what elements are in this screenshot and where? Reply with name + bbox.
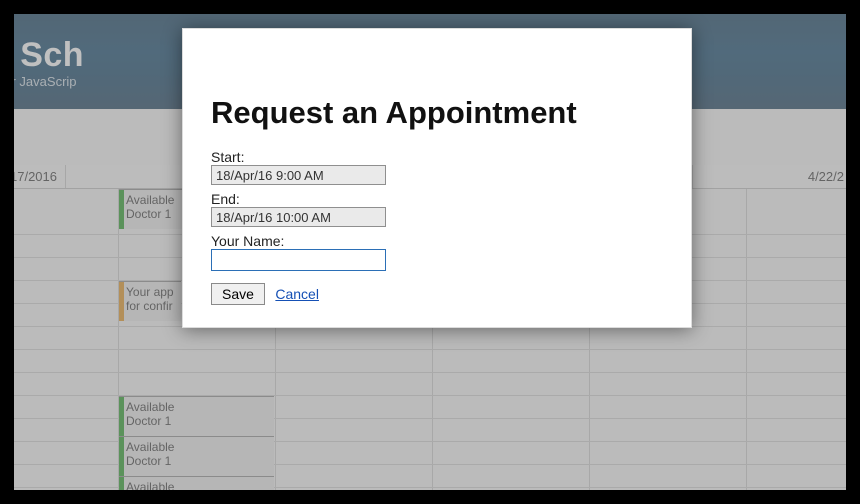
cancel-link[interactable]: Cancel bbox=[275, 286, 319, 302]
appointment-modal: Request an Appointment Start: End: Your … bbox=[182, 28, 692, 328]
name-label: Your Name: bbox=[211, 233, 663, 249]
start-label: Start: bbox=[211, 149, 663, 165]
name-field[interactable] bbox=[211, 249, 386, 271]
end-field[interactable] bbox=[211, 207, 386, 227]
modal-title: Request an Appointment bbox=[211, 95, 663, 131]
save-button[interactable]: Save bbox=[211, 283, 265, 305]
start-field[interactable] bbox=[211, 165, 386, 185]
end-label: End: bbox=[211, 191, 663, 207]
